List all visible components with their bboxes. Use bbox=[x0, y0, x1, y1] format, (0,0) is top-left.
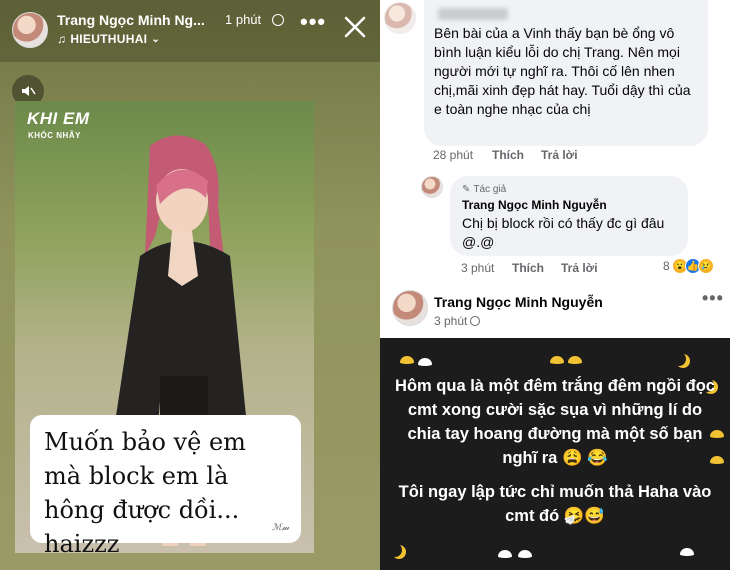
post-text: Hôm qua là một đêm trắng đêm ngồi đọc cm… bbox=[394, 374, 716, 528]
card-subtitle: KHÓC NHÃY bbox=[28, 131, 81, 140]
post-time: 3 phút bbox=[434, 314, 481, 328]
chevron-down-icon: ⌄ bbox=[151, 33, 160, 45]
decor-eye bbox=[418, 358, 432, 366]
reaction-summary[interactable]: 8 😮 👍 😢 bbox=[663, 258, 714, 274]
reply-time: 3 phút bbox=[461, 261, 495, 275]
sad-reaction-icon: 😢 bbox=[697, 258, 714, 274]
speaker-muted-icon bbox=[22, 86, 36, 96]
reply-button[interactable]: Trả lời bbox=[541, 148, 578, 162]
reaction-count: 8 bbox=[663, 259, 670, 273]
post-text-line-2: Tôi ngay lập tức chỉ muốn thả Haha vào c… bbox=[398, 483, 712, 525]
globe-icon bbox=[272, 14, 284, 26]
reply-author-avatar[interactable] bbox=[421, 176, 443, 198]
decor-eye bbox=[498, 550, 512, 558]
story-author-name[interactable]: Trang Ngọc Minh Ng... bbox=[57, 12, 205, 28]
author-badge-label: Tác giả bbox=[473, 184, 507, 195]
decor-eye bbox=[400, 356, 414, 364]
post-content: Hôm qua là một đêm trắng đêm ngồi đọc cm… bbox=[380, 338, 730, 570]
reply-author-name[interactable]: Trang Ngọc Minh Nguyễn bbox=[462, 198, 607, 212]
comments-panel: Bên bài của a Vinh thấy bạn bè ổng vô bì… bbox=[380, 0, 730, 570]
decor-moon bbox=[672, 352, 686, 366]
globe-icon bbox=[470, 316, 481, 326]
comment-time: 28 phút bbox=[433, 148, 474, 162]
post-author-name[interactable]: Trang Ngọc Minh Nguyễn bbox=[434, 294, 603, 310]
story-author-avatar[interactable] bbox=[12, 12, 48, 48]
like-button[interactable]: Thích bbox=[492, 148, 524, 162]
music-note-icon: ♫ bbox=[57, 32, 67, 46]
story-music[interactable]: ♫ HIEUTHUHAI ⌄ bbox=[57, 32, 160, 46]
reply-like-button[interactable]: Thích bbox=[512, 261, 544, 275]
post-author-avatar[interactable] bbox=[392, 290, 428, 326]
post-options-icon[interactable]: ••• bbox=[702, 288, 724, 309]
blurred-author-name[interactable] bbox=[438, 8, 508, 20]
music-title: HIEUTHUHAI bbox=[70, 32, 148, 46]
comment-text: Bên bài của a Vinh thấy bạn bè ổng vô bì… bbox=[434, 25, 691, 117]
post-text-line-1: Hôm qua là một đêm trắng đêm ngồi đọc cm… bbox=[395, 377, 715, 467]
card-title: KHI EM bbox=[27, 109, 90, 128]
close-icon[interactable] bbox=[344, 16, 366, 38]
more-options-icon[interactable]: ••• bbox=[300, 11, 326, 33]
decor-eye bbox=[568, 356, 582, 364]
pen-icon: ✎ bbox=[462, 184, 471, 195]
reply-reply-button[interactable]: Trả lời bbox=[561, 261, 598, 275]
commenter-avatar[interactable] bbox=[384, 2, 416, 34]
decor-eye bbox=[550, 356, 564, 364]
post-time-label: 3 phút bbox=[434, 314, 468, 328]
story-time: 1 phút bbox=[225, 12, 262, 27]
decor-eye bbox=[518, 550, 532, 558]
story-viewer: Trang Ngọc Minh Ng... 1 phút ♫ HIEUTHUHA… bbox=[0, 0, 380, 570]
signature-logo: ℳ𝓂 bbox=[272, 522, 290, 532]
decor-eye bbox=[680, 548, 694, 556]
decor-moon bbox=[388, 543, 402, 557]
reply-text: Chị bị block rồi có thấy đc gì đâu @.@ bbox=[462, 215, 665, 250]
story-caption: Muốn bảo vệ em mà block em là hông được … bbox=[30, 415, 301, 558]
reply-bubble: ✎ Tác giả Trang Ngọc Minh Nguyễn Chị bị … bbox=[450, 176, 688, 256]
author-badge: ✎ Tác giả bbox=[462, 184, 506, 195]
comment-bubble: Bên bài của a Vinh thấy bạn bè ổng vô bì… bbox=[424, 0, 708, 146]
